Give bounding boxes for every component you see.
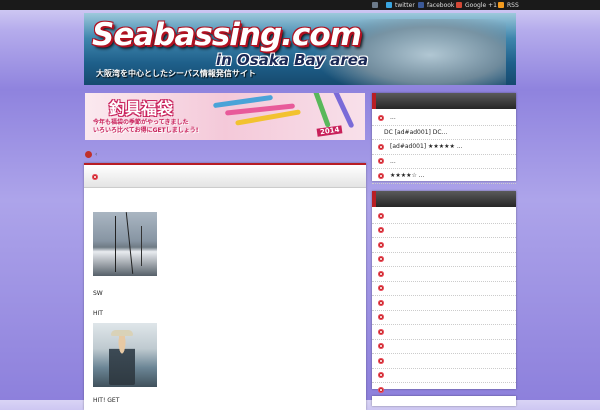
sidebar-item-label: ★★★★☆ ... [390,172,425,180]
sidebar-list-item[interactable]: ★★★★☆ ... [372,169,516,184]
sidebar-widget-header [372,93,516,109]
lure-graphic [331,93,355,129]
post-title-bullet-icon [92,174,98,180]
sidebar-category-item[interactable] [372,238,516,253]
sidebar-category-item[interactable] [372,325,516,340]
bullet-icon [378,314,384,321]
breadcrumb-separator: ‹ [95,150,98,158]
facebook-icon [418,2,424,8]
bullet-icon [378,343,384,350]
rss-label: RSS [507,1,519,9]
facebook-link[interactable]: facebook [418,1,454,9]
facebook-label: facebook [427,1,455,9]
twitter-link[interactable]: twitter [386,1,415,9]
sidebar-widget-header [372,191,516,207]
bullet-icon [378,256,384,263]
bullet-icon [378,357,384,364]
post-title-bar [84,165,366,188]
site-tagline: 大阪湾を中心としたシーバス情報発信サイト [96,69,256,78]
rss-link[interactable]: RSS [498,1,519,9]
fishing-rod-graphic [141,226,142,266]
bullet-icon [378,285,384,292]
post-text-hit: HIT [93,310,103,317]
lure-graphic [309,93,331,128]
promo-line-2: いろいろ比べてお得にGETしましょう! [93,127,199,134]
bullet-icon [378,227,384,234]
sidebar-widget-categories [372,191,516,398]
promo-title: 釣具福袋 [109,99,174,118]
sidebar-widget-recent: ... DC [ad#ad001] DC... [ad#ad001] ★★★★★… [372,93,516,184]
twitter-icon [386,2,392,8]
site-logo-subtitle: in Osaka Bay area [216,51,369,69]
breadcrumb: ‹ [85,150,97,158]
sidebar-category-item[interactable] [372,369,516,383]
post-text-hit-get: HIT! GET [93,397,120,404]
sidebar-category-item[interactable] [372,311,516,325]
top-home-link[interactable] [372,1,381,9]
bullet-icon [378,299,384,306]
bullet-icon [378,372,384,379]
angler-hat [111,330,133,336]
sidebar-item-label: ... [390,157,396,165]
site-logo-title: Seabassing.com [92,17,362,53]
main-post: SW HIT HIT! GET [84,163,366,410]
bullet-icon [378,241,384,248]
sidebar-category-item[interactable] [372,354,516,369]
angler-photo[interactable] [93,323,157,387]
fishing-rod-graphic [125,212,134,274]
angler-figure [109,333,135,385]
google-plus-icon [456,2,462,8]
google-plus-link[interactable]: Google +1 [456,1,497,9]
home-icon [372,2,378,8]
sidebar-widget-list: ... DC [ad#ad001] DC... [ad#ad001] ★★★★★… [372,109,516,184]
sidebar-category-item[interactable] [372,282,516,296]
bullet-icon [378,270,384,277]
site-header-banner[interactable]: Seabassing.com in Osaka Bay area 大阪湾を中心と… [84,13,516,85]
sidebar-item-label: [ad#ad001] ★★★★★ ... [390,143,463,151]
google-plus-label: Google +1 [465,1,497,9]
sidebar-category-item[interactable] [372,224,516,238]
sidebar-list-item[interactable]: [ad#ad001] ★★★★★ ... [372,140,516,155]
twitter-label: twitter [395,1,415,9]
fukubukuro-promo-banner[interactable]: 釣具福袋 今年も福袋の季節がやってきました いろいろ比べてお得にGETしましょう… [85,93,365,140]
bullet-icon [378,114,384,121]
bullet-icon [378,212,384,219]
bullet-icon [378,172,384,179]
bullet-icon [378,328,384,335]
sidebar-category-item[interactable] [372,296,516,311]
fishing-boat-photo[interactable] [93,212,157,276]
sidebar-widget-list [372,207,516,398]
sidebar-category-item[interactable] [372,253,516,267]
sidebar-list-item[interactable]: ... [372,155,516,169]
bullet-icon [378,143,384,150]
home-icon[interactable] [85,150,92,158]
rss-icon [498,2,504,8]
top-bar: twitter facebook Google +1 RSS [0,0,600,10]
sidebar-category-item[interactable] [372,340,516,354]
sidebar-item-label: DC [ad#ad001] DC... [384,128,448,136]
sidebar-list-item[interactable]: ... [372,111,516,126]
sidebar-category-item[interactable] [372,209,516,224]
sidebar-widget-3 [372,396,516,406]
sidebar-item-label: ... [390,114,396,122]
fishing-rod-graphic [115,216,116,272]
bullet-icon [378,386,384,393]
sidebar-category-item[interactable] [372,267,516,282]
post-text-sw: SW [93,290,103,297]
promo-year-badge: 2014 [316,125,343,137]
bullet-icon [378,158,384,165]
sidebar-list-item[interactable]: DC [ad#ad001] DC... [372,126,516,140]
